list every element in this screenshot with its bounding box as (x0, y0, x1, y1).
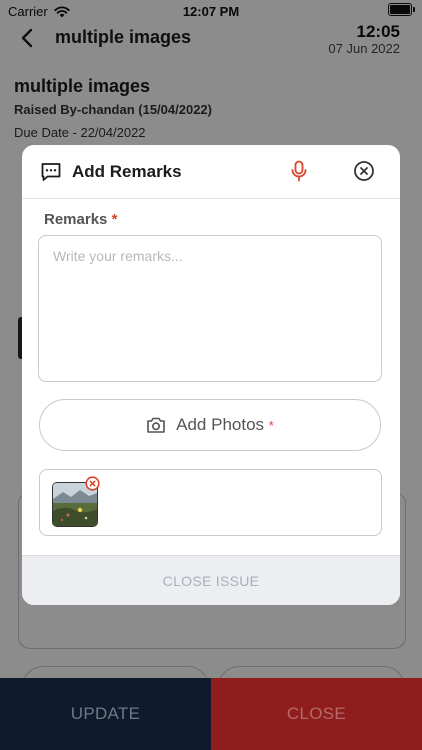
required-asterisk: * (268, 418, 274, 433)
remove-photo-icon[interactable] (85, 476, 100, 491)
add-photos-button[interactable]: Add Photos * (39, 399, 381, 451)
selected-photos (39, 469, 382, 536)
add-photos-text: Add Photos (176, 415, 265, 434)
remarks-label-text: Remarks (44, 211, 108, 228)
remarks-label: Remarks * (44, 211, 117, 228)
close-button[interactable]: CLOSE (211, 678, 422, 750)
close-icon[interactable] (353, 160, 375, 182)
required-asterisk: * (111, 211, 118, 228)
bottom-action-bar: UPDATE CLOSE (0, 678, 422, 750)
close-issue-button[interactable]: CLOSE ISSUE (22, 555, 400, 605)
modal-title: Add Remarks (72, 162, 182, 181)
remarks-input[interactable] (38, 235, 382, 382)
modal-header: Add Remarks (22, 145, 400, 199)
microphone-icon[interactable] (289, 160, 309, 182)
chat-icon (41, 163, 61, 181)
add-remarks-modal: Add Remarks Remarks * Add Photos * (22, 145, 400, 605)
update-button[interactable]: UPDATE (0, 678, 211, 750)
camera-icon (147, 417, 165, 433)
add-photos-label: Add Photos * (176, 415, 274, 435)
